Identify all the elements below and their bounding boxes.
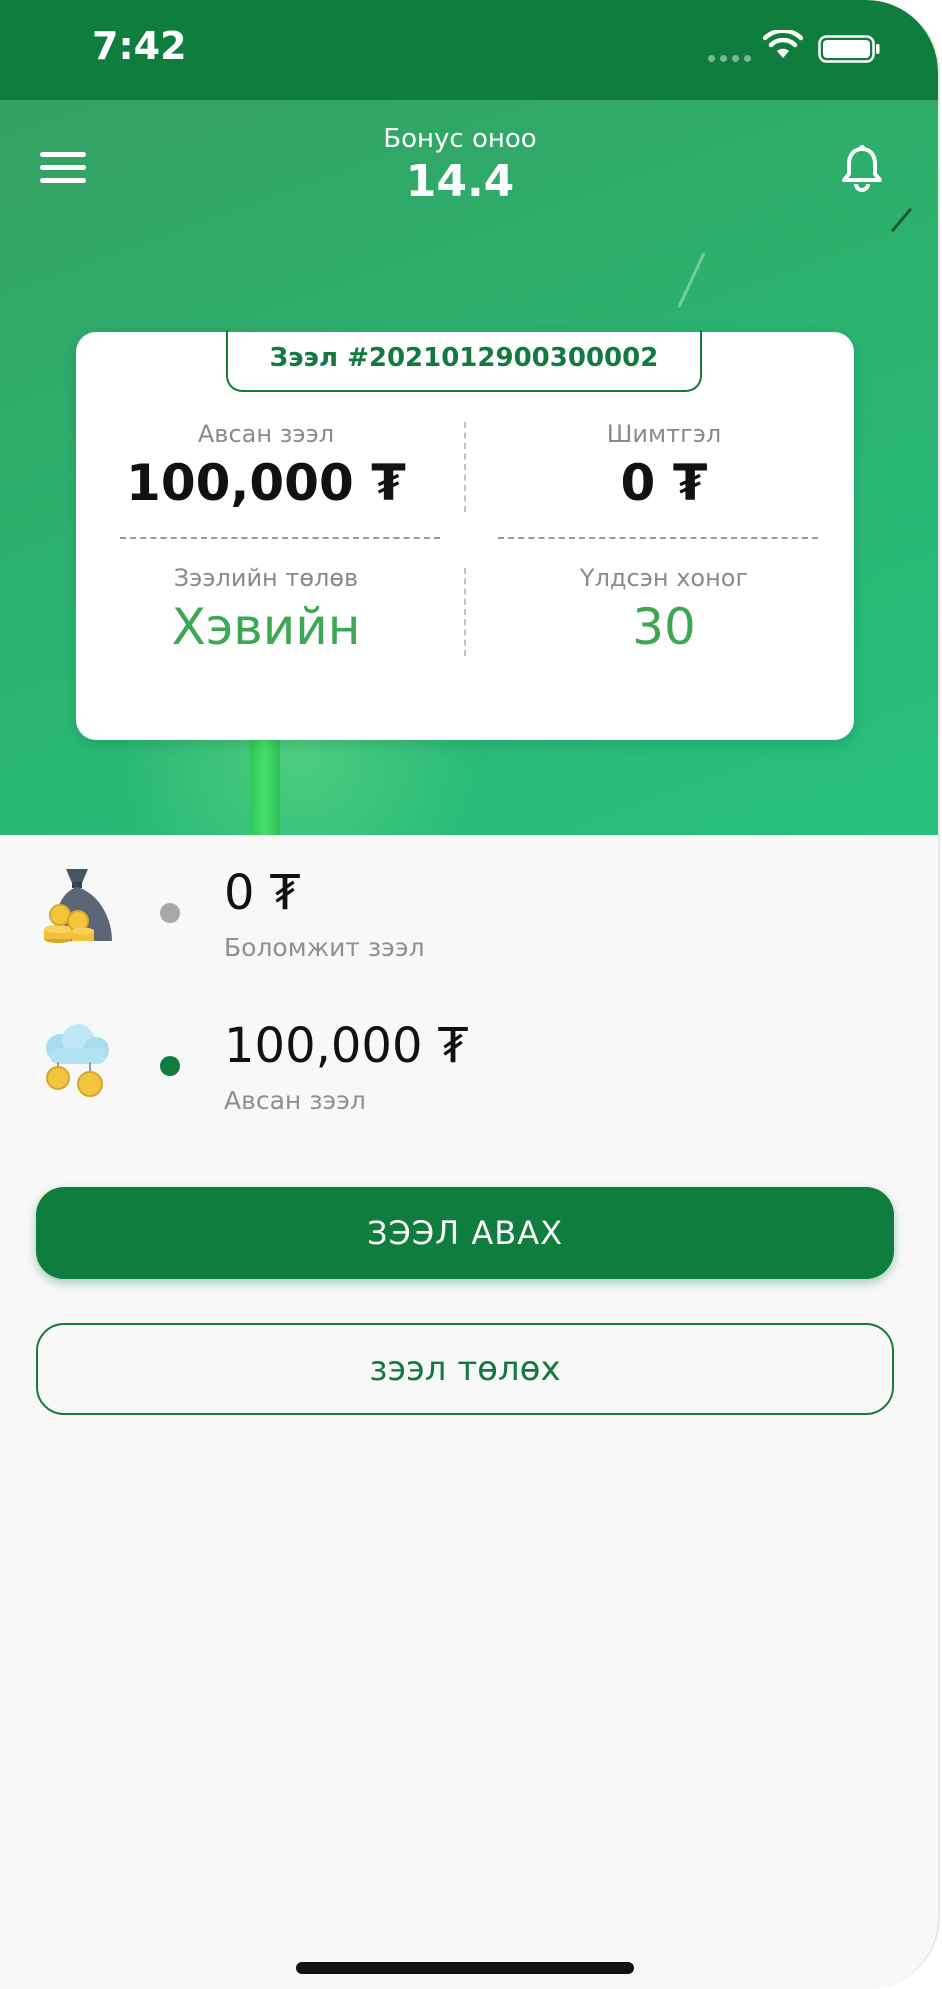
bonus-label: Бонус оноо	[383, 124, 537, 154]
status-dot-gray	[160, 903, 180, 923]
horizontal-divider	[120, 537, 440, 539]
borrowed-loan-label: Авсан зээл	[224, 1086, 366, 1115]
borrowed-loan-amount: 100,000 ₮	[224, 1018, 469, 1074]
money-bag-coins-icon	[44, 869, 112, 943]
take-loan-button[interactable]: ЗЭЭЛ АВАХ	[36, 1187, 894, 1279]
home-indicator[interactable]	[296, 1962, 634, 1974]
loan-card[interactable]: Зээл #2021012900300002 Авсан зээл 100,00…	[76, 330, 854, 740]
status-bar: 7:42	[0, 0, 938, 100]
days-left-value: 30	[632, 598, 696, 656]
days-left-label: Үлдсэн хоног	[579, 564, 749, 592]
available-loan-label: Боломжит зээл	[224, 933, 425, 962]
list-item-borrowed-loan: 100,000 ₮ Авсан зээл	[0, 1018, 938, 1138]
app-screen: 7:42 Бонус оноо 14.4 Зээл #2021012900300…	[0, 0, 940, 1989]
days-left-cell: Үлдсэн хоног 30	[474, 564, 854, 656]
borrowed-amount-cell: Авсан зээл 100,000 ₮	[76, 420, 456, 512]
cellular-signal-icon	[708, 55, 751, 62]
seed-decoration	[677, 252, 706, 308]
vertical-divider	[464, 568, 466, 656]
fee-cell: Шимтгэл 0 ₮	[474, 420, 854, 512]
bonus-value: 14.4	[405, 156, 515, 207]
status-dot-green	[160, 1056, 180, 1076]
loan-number: Зээл #2021012900300002	[226, 330, 702, 392]
horizontal-divider	[498, 537, 818, 539]
bell-icon[interactable]	[840, 144, 884, 192]
vertical-divider	[464, 422, 466, 512]
status-time: 7:42	[92, 24, 187, 68]
fee-value: 0 ₮	[620, 454, 708, 512]
borrowed-value: 100,000 ₮	[126, 454, 406, 512]
header-hero: Бонус оноо 14.4 Зээл #2021012900300002 А…	[0, 100, 938, 835]
available-loan-amount: 0 ₮	[224, 865, 301, 921]
list-item-available-loan: 0 ₮ Боломжит зээл	[0, 865, 938, 985]
pay-loan-button[interactable]: зээл төлөх	[36, 1323, 894, 1415]
cloud-coins-icon	[46, 1024, 109, 1097]
seed-decoration	[890, 207, 913, 233]
loan-status-cell: Зээлийн төлөв Хэвийн	[76, 564, 456, 656]
wifi-icon	[763, 30, 803, 58]
battery-icon	[818, 35, 880, 63]
loan-status-label: Зээлийн төлөв	[173, 564, 359, 592]
fee-label: Шимтгэл	[606, 420, 722, 448]
borrowed-label: Авсан зээл	[197, 420, 335, 448]
loan-status-value: Хэвийн	[171, 598, 361, 656]
